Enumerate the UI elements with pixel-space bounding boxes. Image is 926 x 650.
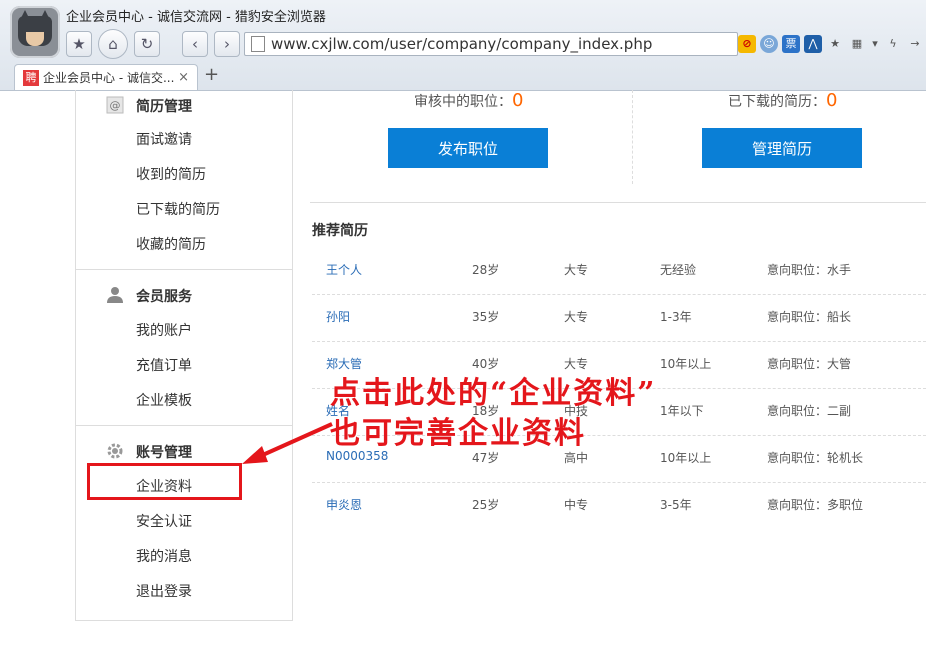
downloaded-resumes-stat: 已下载的简历：0 [728, 90, 837, 111]
browser-chrome: 企业会员中心 - 诚信交流网 - 猎豹安全浏览器 ★ ⌂ ↻ ‹ › www.c… [0, 0, 926, 91]
adblock-icon[interactable]: ⊘ [738, 35, 756, 53]
vertical-divider [632, 90, 634, 184]
sidebar-item-company-template[interactable]: 企业模板 [136, 390, 192, 410]
tab-label: 企业会员中心 - 诚信交... [43, 71, 175, 85]
sidebar-item-my-messages[interactable]: 我的消息 [136, 546, 192, 566]
sidebar-item-saved-resumes[interactable]: 收藏的简历 [136, 234, 206, 254]
tab-close-icon[interactable]: × [178, 70, 189, 85]
page-icon [251, 36, 265, 52]
tab-bar: 聘 企业会员中心 - 诚信交... × + [0, 62, 926, 90]
back-button[interactable]: ‹ [182, 31, 208, 57]
table-row[interactable]: 申炎恩 25岁 中专 3-5年 意向职位：多职位 [312, 483, 926, 529]
favicon-icon: 聘 [23, 69, 39, 86]
resume-experience: 10年以上 [660, 451, 712, 465]
recommended-resumes-title: 推荐简历 [312, 223, 368, 239]
publish-job-button[interactable]: 发布职位 [388, 128, 548, 168]
table-row[interactable]: 王个人 28岁 大专 无经验 意向职位：水手 [312, 248, 926, 295]
resume-experience: 1年以下 [660, 404, 704, 418]
pending-jobs-stat: 审核中的职位：0 [414, 90, 523, 111]
resume-experience: 1-3年 [660, 310, 692, 324]
downloaded-resumes-count: 0 [826, 90, 838, 111]
bookmark-star-icon[interactable]: ★ [826, 35, 844, 53]
divider [76, 269, 292, 270]
section-resume-title: 简历管理 [136, 99, 192, 115]
sidebar-item-recharge-orders[interactable]: 充值订单 [136, 355, 192, 375]
more-arrow-icon[interactable]: → [906, 35, 924, 53]
section-divider [310, 202, 926, 203]
ticket-icon[interactable]: 票 [782, 35, 800, 53]
resume-desired-job: 意向职位：二副 [767, 404, 852, 418]
highlight-box [87, 463, 242, 500]
user-icon [107, 287, 123, 303]
assistant-icon[interactable]: ☺ [760, 35, 778, 53]
refresh-button[interactable]: ↻ [134, 31, 160, 57]
resume-experience: 10年以上 [660, 357, 712, 371]
section-account-title: 账号管理 [136, 445, 192, 461]
sidebar-item-received-resumes[interactable]: 收到的简历 [136, 164, 206, 184]
menu-arrow-icon[interactable]: ▾ [870, 35, 880, 53]
lightning-icon[interactable]: ϟ [884, 35, 902, 53]
sidebar-item-downloaded-resumes[interactable]: 已下载的简历 [136, 199, 220, 219]
tab-company-center[interactable]: 聘 企业会员中心 - 诚信交... × [14, 64, 198, 90]
resume-desired-job: 意向职位：多职位 [767, 498, 864, 512]
resume-desired-job: 意向职位：水手 [767, 263, 852, 277]
nav-buttons: ★ ⌂ ↻ ‹ › [66, 29, 240, 59]
annotation-line-1: 点击此处的“企业资料” [330, 376, 657, 411]
address-bar[interactable]: www.cxjlw.com/user/company/company_index… [244, 32, 738, 56]
at-icon: @ [106, 96, 124, 114]
pending-jobs-label: 审核中的职位： [414, 94, 512, 110]
resume-age: 28岁 [472, 263, 500, 277]
resume-experience: 3-5年 [660, 498, 692, 512]
section-member-title: 会员服务 [136, 289, 192, 305]
pending-jobs-count: 0 [512, 90, 524, 111]
resume-age: 25岁 [472, 498, 500, 512]
resume-desired-job: 意向职位：轮机长 [767, 451, 864, 465]
resume-experience: 无经验 [660, 263, 697, 277]
home-button[interactable]: ⌂ [98, 29, 128, 59]
resume-name-link[interactable]: 王个人 [326, 261, 362, 278]
resume-education: 中专 [564, 498, 589, 512]
qrcode-icon[interactable]: ▦ [848, 35, 866, 53]
downloaded-resumes-label: 已下载的简历： [728, 94, 826, 110]
resume-education: 大专 [564, 310, 589, 324]
resume-desired-job: 意向职位：大管 [767, 357, 852, 371]
translate-icon[interactable]: ⋀ [804, 35, 822, 53]
sidebar-item-security-verification[interactable]: 安全认证 [136, 511, 192, 531]
window-title: 企业会员中心 - 诚信交流网 - 猎豹安全浏览器 [66, 10, 326, 25]
sidebar: @ 简历管理 面试邀请 收到的简历 已下载的简历 收藏的简历 会员服务 我的账户… [75, 90, 293, 621]
favorite-star-button[interactable]: ★ [66, 31, 92, 57]
sidebar-item-my-account[interactable]: 我的账户 [136, 320, 192, 340]
table-row[interactable]: 孙阳 35岁 大专 1-3年 意向职位：船长 [312, 295, 926, 342]
gear-icon [107, 443, 123, 459]
resume-age: 35岁 [472, 310, 500, 324]
new-tab-button[interactable]: + [204, 64, 219, 85]
forward-button[interactable]: › [214, 31, 240, 57]
sidebar-item-logout[interactable]: 退出登录 [136, 581, 192, 601]
resume-name-link[interactable]: 申炎恩 [326, 496, 362, 513]
browser-logo-icon [10, 6, 60, 58]
svg-text:@: @ [110, 99, 121, 112]
manage-resumes-button[interactable]: 管理简历 [702, 128, 862, 168]
address-url: www.cxjlw.com/user/company/company_index… [271, 35, 653, 53]
annotation-line-2: 也可完善企业资料 [330, 416, 586, 451]
resume-name-link[interactable]: 孙阳 [326, 308, 350, 325]
annotation-arrow [242, 422, 333, 464]
sidebar-item-interview[interactable]: 面试邀请 [136, 129, 192, 149]
extension-icons: ⊘ ☺ 票 ⋀ ★ ▦ ▾ ϟ → [738, 34, 924, 54]
resume-education: 大专 [564, 263, 589, 277]
resume-desired-job: 意向职位：船长 [767, 310, 852, 324]
